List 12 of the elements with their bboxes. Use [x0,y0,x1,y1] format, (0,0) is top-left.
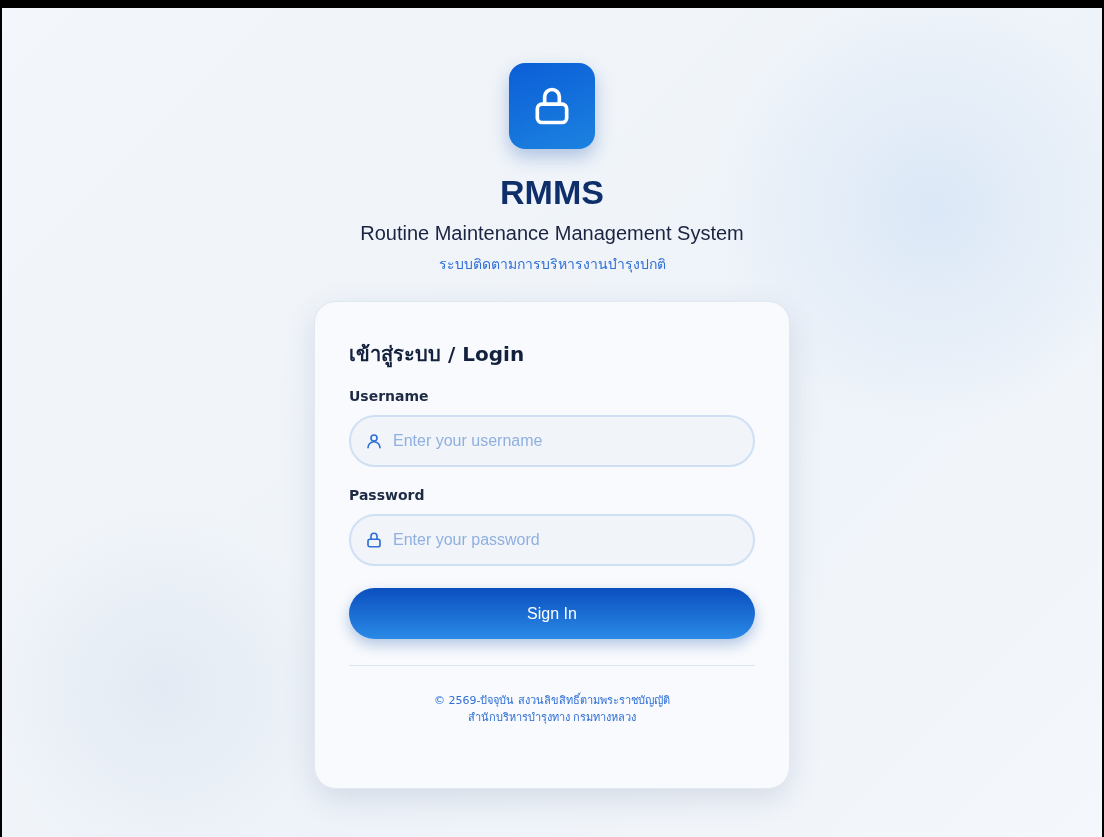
sign-in-button[interactable]: Sign In [349,588,755,639]
field-label: Username [349,388,430,404]
login-title: เข้าสู่ระบบ / Login [349,341,526,370]
app-title: RMMS [500,173,604,212]
app-thai-name: ระบบติดตามการบริหารงานบำรุงปกติ [438,255,666,275]
password-field[interactable]: Enter your password [349,514,755,566]
footer-text: สำนักบริหารบำรุงทาง กรมทางหลวง [466,710,638,726]
username-field[interactable]: Enter your username [349,415,755,467]
footer-text: © 2569-ปัจจุบัน สงวนลิขสิทธิ์ตามพระราชบัญญัติ [433,692,671,709]
field-label: Password [349,487,426,503]
lock-logo-icon [509,63,595,149]
app-full-name: Routine Maintenance Management System [360,222,744,245]
